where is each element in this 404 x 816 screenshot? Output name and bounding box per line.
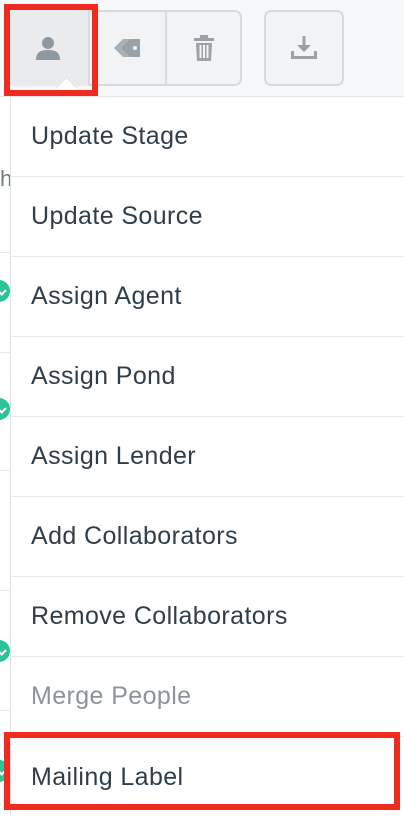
person-icon bbox=[36, 37, 60, 60]
menu-item-update-source[interactable]: Update Source bbox=[11, 177, 404, 257]
assign-person-button[interactable] bbox=[8, 10, 88, 86]
bulk-actions-toolbar bbox=[0, 0, 404, 99]
trash-icon bbox=[193, 35, 214, 61]
delete-button[interactable] bbox=[165, 10, 242, 86]
tag-icon bbox=[113, 39, 140, 57]
download-icon bbox=[291, 36, 317, 59]
menu-item-assign-lender[interactable]: Assign Lender bbox=[11, 417, 404, 497]
menu-item-assign-pond[interactable]: Assign Pond bbox=[11, 337, 404, 417]
menu-item-mailing-label[interactable]: Mailing Label bbox=[11, 737, 404, 816]
menu-item-merge-people: Merge People bbox=[11, 657, 404, 737]
app-stage: h Update Stage Update Source Assign Agen… bbox=[0, 0, 404, 816]
export-button[interactable] bbox=[264, 10, 344, 86]
background-partial-text: h bbox=[0, 166, 10, 191]
menu-item-add-collaborators[interactable]: Add Collaborators bbox=[11, 497, 404, 577]
menu-item-remove-collaborators[interactable]: Remove Collaborators bbox=[11, 577, 404, 657]
menu-item-assign-agent[interactable]: Assign Agent bbox=[11, 257, 404, 337]
menu-item-update-stage[interactable]: Update Stage bbox=[11, 97, 404, 177]
tag-button[interactable] bbox=[88, 10, 165, 86]
assign-dropdown-menu: Update Stage Update Source Assign Agent … bbox=[10, 96, 404, 816]
